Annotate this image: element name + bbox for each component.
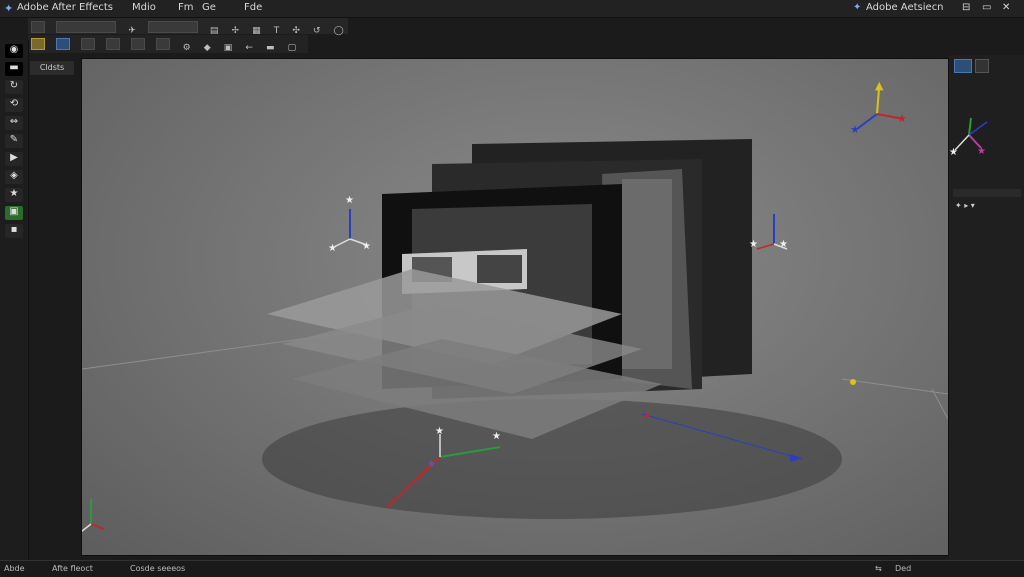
svg-text:★: ★ [779, 239, 788, 250]
menu-item-4[interactable]: Fde [244, 2, 262, 13]
svg-text:★: ★ [362, 241, 371, 252]
point-marker [645, 414, 649, 418]
svg-text:★: ★ [492, 431, 501, 442]
fill-color-icon[interactable]: ▣ [5, 206, 23, 220]
menu-item-1[interactable]: Mdio [132, 2, 156, 13]
option-button-2[interactable] [56, 38, 71, 50]
search-field[interactable] [147, 21, 198, 33]
workspace-selector[interactable] [56, 21, 117, 33]
pan-tool-icon[interactable]: ⇔ [5, 116, 23, 130]
svg-text:★: ★ [949, 147, 958, 158]
svg-text:★: ★ [897, 112, 907, 125]
svg-text:▲: ▲ [875, 79, 884, 92]
panel-tab-active[interactable] [954, 59, 972, 73]
minimize-icon[interactable]: ⊟ [962, 2, 970, 13]
status-right-1: Ded [895, 564, 912, 573]
option-button-3[interactable] [81, 38, 96, 50]
status-left-1: Abde [4, 564, 25, 573]
mask-icon[interactable]: ▣ [224, 43, 233, 53]
option-button-1[interactable] [31, 38, 45, 50]
panel-controls-icon[interactable]: ✦ ▸ ▾ [955, 201, 975, 210]
toolbar-options: ⚙ ◆ ▣ ← ▬ ▢ [28, 35, 308, 53]
composition-viewport[interactable]: ★ ★ ★ ★ ★ ▲ ★ ★ ★ ★ ★ [81, 58, 949, 556]
option-button-6[interactable] [156, 38, 171, 50]
light-marker [850, 379, 856, 385]
camera-tool-icon[interactable]: ⟲ [5, 98, 23, 112]
bar-icon[interactable]: ▬ [266, 43, 275, 53]
close-icon[interactable]: ✕ [1002, 2, 1010, 13]
svg-text:★: ★ [427, 459, 436, 470]
puppet-tool-icon[interactable]: ◈ [5, 170, 23, 184]
menu-item-3[interactable]: Ge [202, 2, 216, 13]
svg-text:★: ★ [328, 243, 337, 254]
rotate-tool-icon[interactable]: ↻ [5, 80, 23, 94]
axis-gizmo-right: ★ ★ [749, 214, 788, 250]
diamond-fill-icon[interactable]: ◆ [204, 43, 211, 53]
app-title: Adobe After Effects [17, 2, 113, 13]
status-arrow-icon[interactable]: ⇆ [875, 564, 882, 573]
layer-image-2 [477, 255, 522, 283]
title-bar: ✦ Adobe After Effects Mdio Fm Ge Fde ✦ A… [0, 0, 1024, 18]
floor-line-right [841, 378, 948, 395]
axis-gizmo-bottom-left: ★ [82, 499, 105, 533]
tools-panel: ◉ ▬ ↻ ⟲ ⇔ ✎ ▶ ◈ ★ ▣ ▪ [0, 40, 29, 560]
layer-panel-stripes [622, 179, 672, 369]
screen-icon[interactable]: ▢ [288, 43, 297, 53]
status-left-3: Cosde seeeos [130, 564, 186, 573]
right-panel: ★ ★ ✦ ▸ ▾ [949, 55, 1024, 560]
svg-text:★: ★ [345, 195, 354, 206]
status-left-2: Afte fleoct [52, 564, 93, 573]
status-bar: Abde Afte fleoct Cosde seeeos ⇆ Ded [0, 560, 1024, 577]
ellipse-icon[interactable]: ◯ [334, 26, 344, 36]
toolbar-top: ✈ ▤ ✢ ▦ T ✣ ↺ ◯ ○ ◇ [28, 18, 348, 55]
hand-tool-icon[interactable]: ▬ [5, 62, 23, 76]
axis-gizmo-top-right: ▲ ★ ★ [850, 79, 907, 136]
axis-gizmo-left: ★ ★ ★ [328, 195, 371, 254]
panel-tab[interactable] [975, 59, 989, 73]
viewport-tab[interactable]: Cldsts [30, 61, 74, 75]
pen-tool-icon[interactable]: ✎ [5, 134, 23, 148]
tool-button-1[interactable] [31, 21, 45, 33]
svg-text:★: ★ [850, 123, 860, 136]
star-tool-icon[interactable]: ★ [5, 188, 23, 202]
app-right-logo-icon: ✦ [853, 2, 862, 13]
svg-text:★: ★ [435, 426, 444, 437]
right-app-title: Adobe Aetsiecn [866, 2, 944, 13]
svg-text:★: ★ [749, 239, 758, 250]
3d-scene: ★ ★ ★ ★ ★ ▲ ★ ★ ★ ★ ★ [82, 79, 948, 533]
settings-icon[interactable]: ⚙ [183, 43, 191, 53]
menu-item-2[interactable]: Fm [178, 2, 194, 13]
option-button-5[interactable] [131, 38, 146, 50]
app-logo-icon: ✦ [4, 2, 14, 15]
curve-icon[interactable]: ↺ [313, 26, 321, 36]
back-arrow-icon[interactable]: ← [245, 43, 253, 53]
option-button-4[interactable] [106, 38, 121, 50]
restore-icon[interactable]: ▭ [982, 2, 991, 13]
panel-row [953, 189, 1021, 197]
right-gizmo: ★ ★ [949, 117, 988, 158]
shape-tool-icon[interactable]: ▶ [5, 152, 23, 166]
selection-tool-icon[interactable]: ◉ [5, 44, 23, 58]
misc-tool-icon[interactable]: ▪ [5, 224, 23, 238]
svg-text:★: ★ [977, 146, 986, 157]
